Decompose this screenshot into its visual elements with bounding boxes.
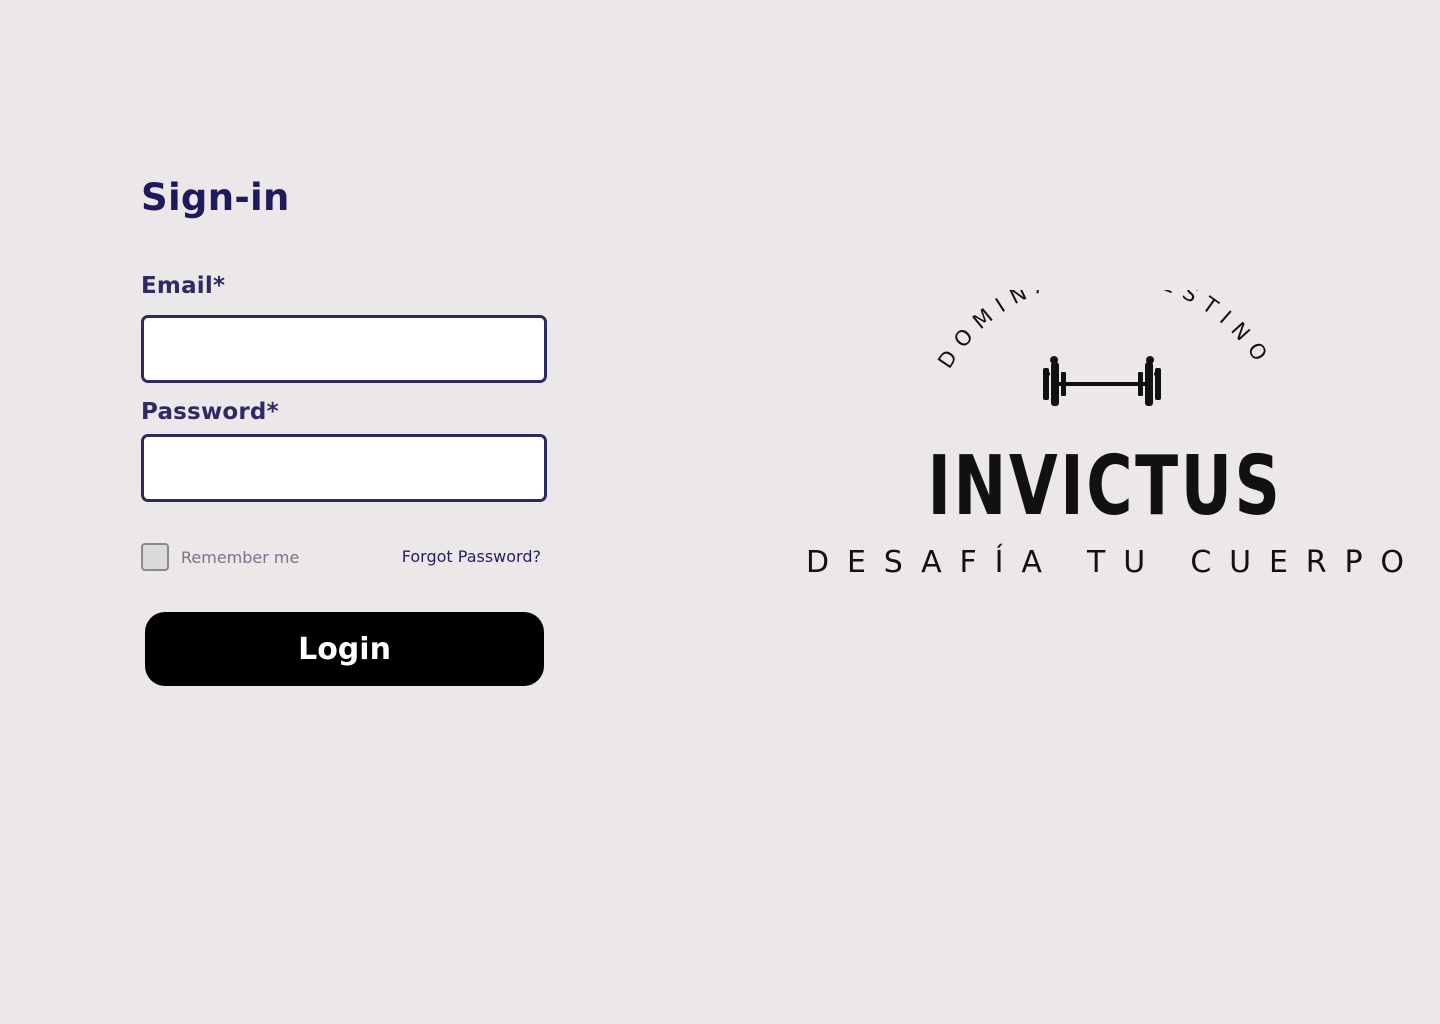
- remember-me-toggle[interactable]: Remember me: [141, 543, 299, 571]
- page-title: Sign-in: [141, 176, 290, 219]
- forgot-password-link[interactable]: Forgot Password?: [402, 547, 541, 566]
- login-button[interactable]: Login: [145, 612, 544, 686]
- email-field[interactable]: [141, 315, 547, 383]
- dumbbell-icon: [1043, 356, 1161, 406]
- logo-tagline-bottom: DESAFÍA TU CUERPO: [806, 544, 1404, 580]
- remember-me-label: Remember me: [181, 547, 300, 567]
- password-field[interactable]: [141, 434, 547, 502]
- remember-me-checkbox[interactable]: [141, 543, 169, 571]
- signin-form: Sign-in Email* Password* Remember me For…: [141, 0, 561, 1024]
- logo-brand-name: INVICTUS: [928, 439, 1283, 534]
- password-label: Password*: [141, 399, 279, 425]
- logo-tagline-top: DOMINA TU DESTINO: [933, 290, 1277, 373]
- invictus-logo: DOMINA TU DESTINO INVICTUS DESAFÍA TU CU…: [795, 290, 1415, 590]
- email-label: Email*: [141, 273, 226, 299]
